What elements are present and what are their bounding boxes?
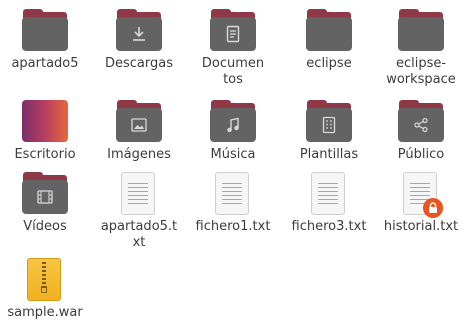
file-label: Descargas xyxy=(104,56,173,71)
pictures-folder-icon xyxy=(116,100,162,144)
file-label: historial.txt xyxy=(383,219,459,234)
folder-icon xyxy=(306,9,352,53)
file-item-escritorio[interactable]: Escritorio xyxy=(0,100,90,163)
file-label: Público xyxy=(397,147,445,162)
file-item-fichero3-txt[interactable]: fichero3.txt xyxy=(284,172,374,235)
file-item-imagenes[interactable]: Imágenes xyxy=(94,100,184,163)
file-label: Música xyxy=(210,147,256,162)
folder-icon xyxy=(398,9,444,53)
file-label: apartado5 xyxy=(11,56,79,71)
file-item-publico[interactable]: Público xyxy=(376,100,464,163)
file-item-fichero1-txt[interactable]: fichero1.txt xyxy=(188,172,278,235)
folder-icon xyxy=(22,9,68,53)
music-folder-icon xyxy=(210,100,256,144)
desktop-folder-icon xyxy=(22,100,68,144)
lock-icon xyxy=(423,198,443,218)
file-item-descargas[interactable]: Descargas xyxy=(94,9,184,72)
file-item-historial-txt[interactable]: historial.txt xyxy=(376,172,464,235)
file-item-eclipse-workspace[interactable]: eclipse-workspace xyxy=(376,9,464,88)
file-grid: apartado5 Descargas Documentos eclipse e… xyxy=(0,0,464,325)
file-label: eclipse-workspace xyxy=(386,56,456,87)
download-folder-icon xyxy=(116,9,162,53)
file-label: Imágenes xyxy=(107,147,171,162)
text-file-icon xyxy=(306,172,352,216)
templates-folder-icon xyxy=(306,100,352,144)
file-label: fichero3.txt xyxy=(291,219,367,234)
file-label: Documentos xyxy=(201,56,265,87)
file-label: Vídeos xyxy=(23,219,67,234)
file-label: fichero1.txt xyxy=(195,219,271,234)
file-item-sample-war[interactable]: sample.war xyxy=(0,258,90,321)
text-file-icon xyxy=(116,172,162,216)
public-share-folder-icon xyxy=(398,100,444,144)
file-item-apartado5[interactable]: apartado5 xyxy=(0,9,90,72)
file-item-apartado5-txt[interactable]: apartado5.txt xyxy=(94,172,184,251)
file-item-videos[interactable]: Vídeos xyxy=(0,172,90,235)
text-file-icon xyxy=(398,172,444,218)
file-label: apartado5.txt xyxy=(100,219,178,250)
file-label: Plantillas xyxy=(299,147,359,162)
file-label: Escritorio xyxy=(14,147,76,162)
file-item-plantillas[interactable]: Plantillas xyxy=(284,100,374,163)
file-item-musica[interactable]: Música xyxy=(188,100,278,163)
file-label: sample.war xyxy=(7,305,83,320)
videos-folder-icon xyxy=(22,172,68,216)
text-file-icon xyxy=(210,172,256,216)
file-item-eclipse[interactable]: eclipse xyxy=(284,9,374,72)
archive-file-icon xyxy=(22,258,68,302)
file-item-documentos[interactable]: Documentos xyxy=(188,9,278,88)
file-label: eclipse xyxy=(306,56,352,71)
documents-folder-icon xyxy=(210,9,256,53)
